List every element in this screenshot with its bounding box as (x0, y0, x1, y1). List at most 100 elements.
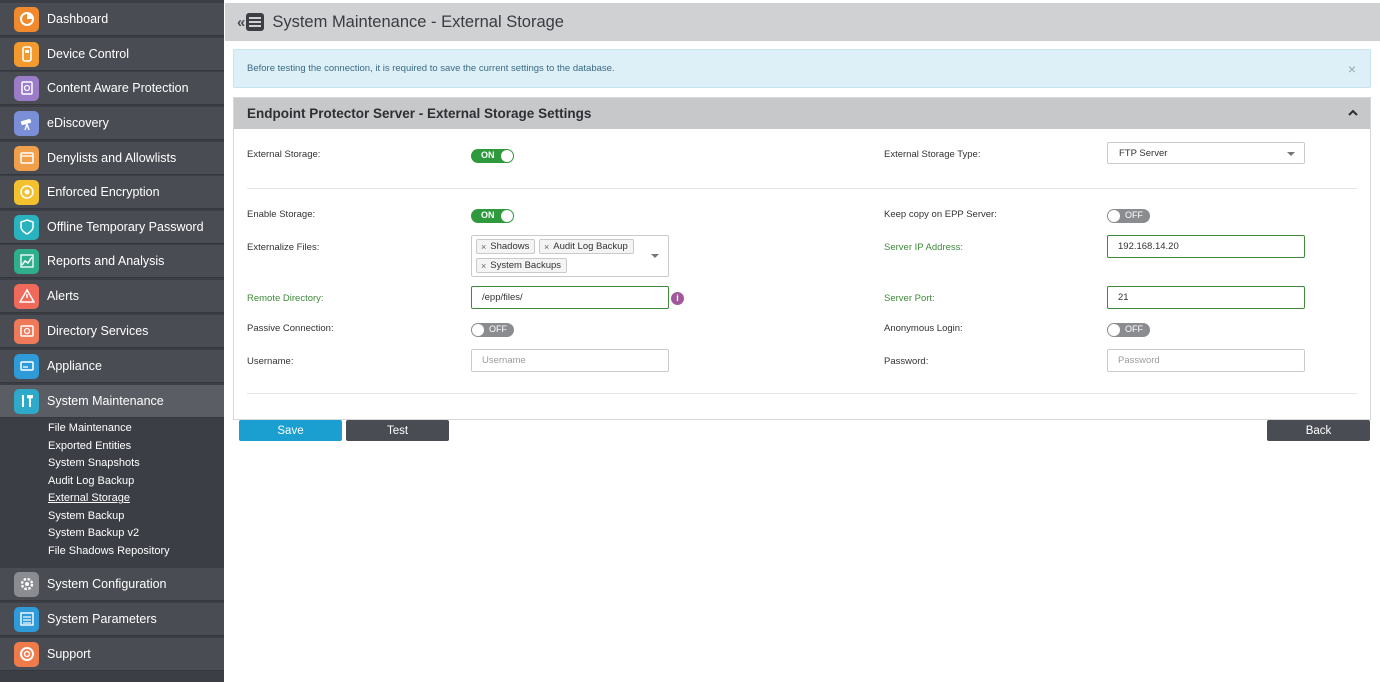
shield-icon (14, 214, 39, 240)
sidebar-item-directory-services[interactable]: Directory Services (0, 315, 224, 348)
sidebar-item-label: System Configuration (47, 577, 167, 591)
server-port-label: Server Port: (884, 293, 935, 304)
username-label: Username: (247, 356, 294, 367)
sidebar-item-label: Device Control (47, 47, 129, 61)
chevron-up-icon[interactable] (1348, 105, 1358, 116)
external-storage-type-select[interactable]: FTP Server (1107, 142, 1305, 164)
submenu-item-system-backup-v2[interactable]: System Backup v2 (48, 527, 139, 539)
submenu-item-exported-entities[interactable]: Exported Entities (48, 440, 131, 452)
toggle-knob (501, 150, 513, 162)
chip-shadows: × Shadows (476, 239, 536, 254)
sidebar-item-enforced-encryption[interactable]: Enforced Encryption (0, 176, 224, 209)
keep-copy-label: Keep copy on EPP Server: (884, 209, 997, 220)
sidebar: Dashboard Device Control Content Aware P… (0, 0, 224, 682)
toggle-knob (472, 324, 484, 336)
sidebar-item-label: Directory Services (47, 324, 149, 338)
keep-copy-toggle[interactable]: OFF (1107, 209, 1150, 223)
anonymous-login-toggle[interactable]: OFF (1107, 323, 1150, 337)
externalize-files-multiselect[interactable]: × Shadows × Audit Log Backup × System Ba… (471, 235, 669, 277)
external-storage-label: External Storage: (247, 149, 321, 160)
sidebar-item-system-configuration[interactable]: System Configuration (0, 568, 224, 601)
sidebar-item-support[interactable]: Support (0, 638, 224, 671)
telescope-icon (14, 110, 39, 136)
remove-chip-button[interactable]: × (544, 242, 549, 252)
info-alert: Before testing the connection, it is req… (233, 49, 1371, 88)
remote-directory-label: Remote Directory: (247, 293, 324, 304)
server-ip-input[interactable] (1107, 235, 1305, 258)
submenu-item-system-backup[interactable]: System Backup (48, 510, 124, 522)
external-storage-type-label: External Storage Type: (884, 149, 981, 160)
page-title: System Maintenance - External Storage (272, 12, 564, 31)
dashboard-icon (14, 6, 39, 32)
remove-chip-button[interactable]: × (481, 242, 486, 252)
parameters-icon (14, 606, 39, 632)
toggle-knob (501, 210, 513, 222)
sidebar-item-system-parameters[interactable]: System Parameters (0, 603, 224, 636)
sidebar-item-dashboard[interactable]: Dashboard (0, 3, 224, 36)
alert-icon (14, 283, 39, 309)
test-button[interactable]: Test (346, 420, 449, 441)
enable-storage-toggle[interactable]: ON (471, 209, 514, 223)
external-storage-toggle[interactable]: ON (471, 149, 514, 163)
collapse-sidebar-button[interactable]: « (237, 14, 245, 31)
sidebar-item-reports-analysis[interactable]: Reports and Analysis (0, 245, 224, 278)
submenu-item-file-shadows-repository[interactable]: File Shadows Repository (48, 545, 170, 557)
chip-label: System Backups (490, 260, 562, 271)
sidebar-item-ediscovery[interactable]: eDiscovery (0, 107, 224, 140)
appliance-icon (14, 353, 39, 379)
sidebar-item-system-maintenance[interactable]: System Maintenance (0, 385, 224, 418)
sidebar-item-label: Enforced Encryption (47, 185, 160, 199)
server-ip-label: Server IP Address: (884, 242, 964, 253)
sidebar-item-label: Offline Temporary Password (47, 220, 204, 234)
chip-label: Audit Log Backup (553, 241, 628, 252)
toggle-knob (1108, 210, 1120, 222)
chart-icon (14, 248, 39, 274)
close-alert-button[interactable]: × (1348, 61, 1356, 77)
sidebar-item-offline-temporary-password[interactable]: Offline Temporary Password (0, 211, 224, 244)
lifebuoy-icon (14, 641, 39, 667)
sidebar-item-label: Content Aware Protection (47, 81, 189, 95)
sidebar-item-alerts[interactable]: Alerts (0, 280, 224, 313)
section-divider (247, 188, 1357, 189)
anonymous-login-label: Anonymous Login: (884, 323, 963, 334)
sidebar-item-label: Denylists and Allowlists (47, 151, 177, 165)
chip-audit-log-backup: × Audit Log Backup (539, 239, 634, 254)
sidebar-item-denylists-allowlists[interactable]: Denylists and Allowlists (0, 142, 224, 175)
info-icon[interactable]: i (671, 292, 684, 305)
toggle-state-text: ON (481, 210, 495, 220)
page-header: « System Maintenance - External Storage (225, 3, 1380, 41)
sidebar-item-label: eDiscovery (47, 116, 109, 130)
sidebar-item-content-aware-protection[interactable]: Content Aware Protection (0, 72, 224, 105)
chevron-down-icon (651, 254, 659, 258)
passive-connection-label: Passive Connection: (247, 323, 334, 334)
submenu-item-audit-log-backup[interactable]: Audit Log Backup (48, 475, 134, 487)
toggle-state-text: ON (481, 150, 495, 160)
sidebar-item-label: System Parameters (47, 612, 157, 626)
back-button[interactable]: Back (1267, 420, 1370, 441)
username-input[interactable] (471, 349, 669, 372)
usb-device-icon (14, 41, 39, 67)
chip-system-backups: × System Backups (476, 258, 568, 273)
external-storage-type-value: FTP Server (1119, 148, 1168, 159)
tools-icon (14, 388, 39, 414)
submenu-item-system-snapshots[interactable]: System Snapshots (48, 457, 140, 469)
panel-title: Endpoint Protector Server - External Sto… (247, 106, 592, 121)
list-menu-icon (246, 13, 265, 31)
submenu-item-external-storage[interactable]: External Storage (48, 492, 130, 504)
toggle-state-text: OFF (489, 324, 507, 334)
remote-directory-input[interactable] (471, 286, 669, 309)
external-storage-settings-panel: Endpoint Protector Server - External Sto… (233, 97, 1371, 420)
submenu-item-file-maintenance[interactable]: File Maintenance (48, 422, 132, 434)
password-input[interactable] (1107, 349, 1305, 372)
toggle-state-text: OFF (1125, 324, 1143, 334)
passive-connection-toggle[interactable]: OFF (471, 323, 514, 337)
sidebar-item-label: Reports and Analysis (47, 254, 165, 268)
save-button[interactable]: Save (239, 420, 342, 441)
remove-chip-button[interactable]: × (481, 261, 486, 271)
sidebar-item-appliance[interactable]: Appliance (0, 350, 224, 383)
sidebar-item-device-control[interactable]: Device Control (0, 38, 224, 71)
sidebar-item-label: System Maintenance (47, 394, 164, 408)
system-maintenance-submenu: File Maintenance Exported Entities Syste… (0, 418, 224, 568)
panel-header: Endpoint Protector Server - External Sto… (234, 98, 1370, 129)
server-port-input[interactable] (1107, 286, 1305, 309)
